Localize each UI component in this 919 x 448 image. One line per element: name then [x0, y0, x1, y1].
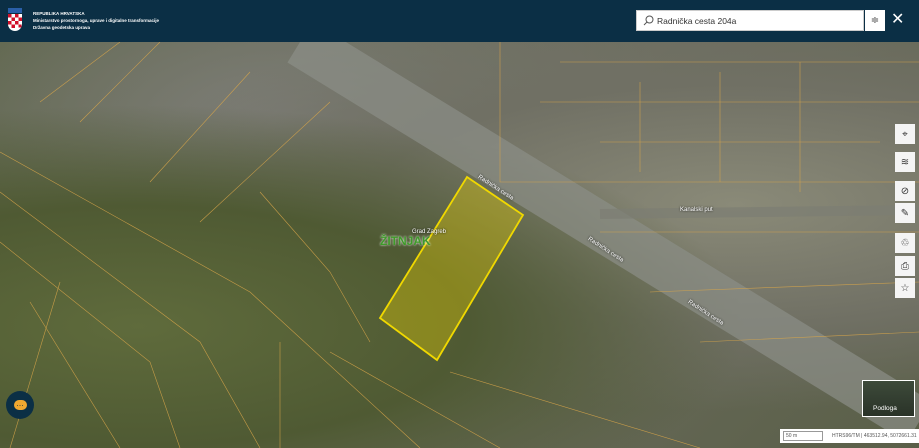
search-filter-button[interactable]: ≑: [865, 10, 885, 31]
measure-button[interactable]: ✎: [895, 203, 915, 223]
sliders-icon: ≑: [870, 15, 880, 26]
road-label: Kanalski put: [680, 207, 713, 213]
coordinates-readout: HTRS96/TM | 463512.94, 5072661.31: [832, 433, 917, 439]
search-box[interactable]: [636, 10, 864, 31]
header-ministry: Ministarstvo prostornoga, uprave i digit…: [33, 18, 160, 23]
status-bar: 50 m HTRS96/TM | 463512.94, 5072661.31: [780, 429, 919, 443]
printer-icon: ⎙: [901, 260, 909, 272]
map-view[interactable]: Radnička cesta Radnička cesta Radnička c…: [0, 42, 919, 448]
district-label: ŽITNJAK: [380, 234, 431, 248]
croatia-crest-logo: [8, 8, 22, 31]
star-icon: ☆: [900, 282, 910, 294]
scale-bar: 50 m: [783, 431, 823, 441]
header-agency: Državna geodetska uprava: [33, 25, 91, 30]
chat-bubble-icon: …: [13, 400, 27, 410]
basemap-label: Podloga: [873, 405, 897, 412]
header: REPUBLIKA HRVATSKA Ministarstvo prostorn…: [0, 0, 919, 42]
search-input[interactable]: [657, 14, 857, 28]
search-icon: [643, 15, 654, 26]
location-pin-icon: ⌖: [902, 128, 908, 140]
location-button[interactable]: ⌖: [895, 124, 915, 144]
selected-parcel: [378, 175, 525, 362]
zoom-search-button[interactable]: ⊘: [895, 181, 915, 201]
map-overlay: [0, 42, 919, 448]
print-button[interactable]: ⎙: [895, 256, 915, 276]
share-icon: ♲: [900, 237, 910, 249]
basemap-switcher[interactable]: Podloga: [862, 380, 915, 417]
close-button[interactable]: ✕: [891, 9, 904, 29]
share-button[interactable]: ♲: [895, 233, 915, 253]
chat-button[interactable]: …: [6, 391, 34, 419]
layers-icon: ≋: [900, 156, 910, 168]
ruler-icon: ✎: [900, 207, 910, 219]
road-kanalski: [599, 205, 919, 219]
favorite-button[interactable]: ☆: [895, 278, 915, 298]
layers-button[interactable]: ≋: [895, 152, 915, 172]
header-title: REPUBLIKA HRVATSKA: [33, 11, 85, 16]
magnifier-icon: ⊘: [900, 185, 910, 197]
